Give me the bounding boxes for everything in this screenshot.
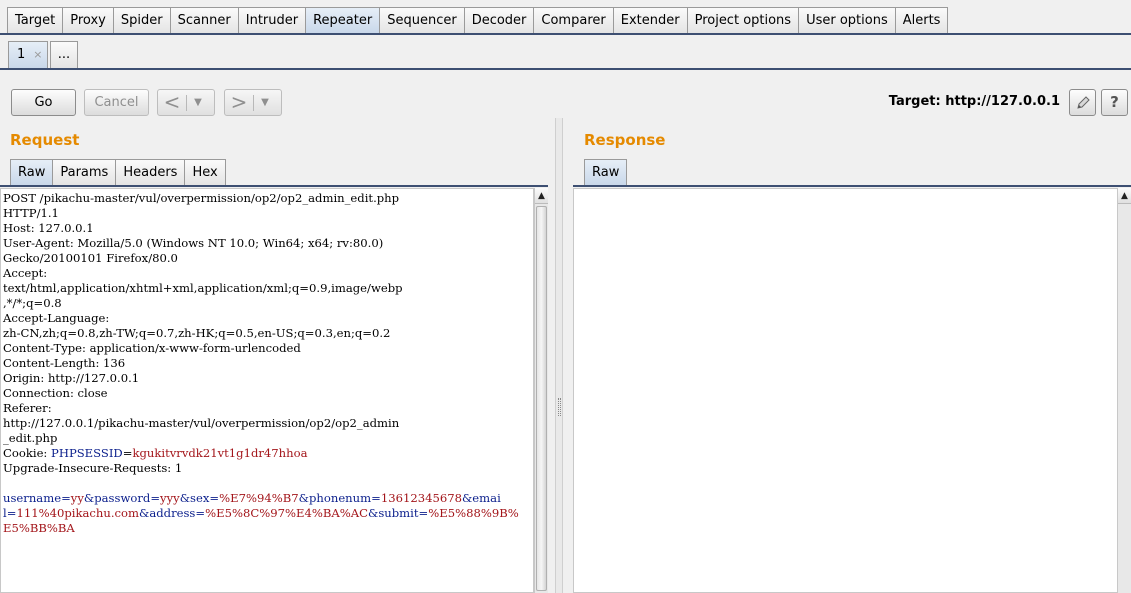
request-tab-hex[interactable]: Hex xyxy=(184,159,226,186)
request-line: text/html,application/xhtml+xml,applicat… xyxy=(3,281,403,295)
request-line: Content-Length: 136 xyxy=(3,356,126,370)
request-line: Host: 127.0.0.1 xyxy=(3,221,94,235)
request-line: E5%BB%BA xyxy=(3,521,75,535)
repeater-tab-bar: 1 × ... xyxy=(8,41,80,68)
edit-target-button[interactable] xyxy=(1069,89,1096,116)
main-tab-extender[interactable]: Extender xyxy=(612,7,687,34)
main-tab-decoder[interactable]: Decoder xyxy=(463,7,534,34)
response-tab-raw[interactable]: Raw xyxy=(584,159,628,186)
response-editor[interactable] xyxy=(573,188,1118,593)
split-pane-divider[interactable] xyxy=(555,118,563,593)
grip-icon xyxy=(558,398,561,416)
main-tab-bar: Target Proxy Spider Scanner Intruder Repeater… xyxy=(7,7,949,34)
request-line: _edit.php xyxy=(3,431,58,445)
go-button[interactable]: Go xyxy=(11,89,76,116)
request-tab-raw[interactable]: Raw xyxy=(10,159,53,186)
repeater-tab-1[interactable]: 1 × xyxy=(8,41,48,68)
forward-button[interactable]: > ▼ xyxy=(224,89,282,116)
chevron-left-icon: < xyxy=(163,90,181,114)
request-line: Upgrade-Insecure-Requests: 1 xyxy=(3,461,183,475)
request-line: Content-Type: application/x-www-form-url… xyxy=(3,341,301,355)
request-editor[interactable]: POST /pikachu-master/vul/overpermission/… xyxy=(0,188,534,593)
main-tab-alerts[interactable]: Alerts xyxy=(894,7,949,34)
response-scrollbar[interactable]: ▲ xyxy=(1117,188,1131,593)
main-tab-spider[interactable]: Spider xyxy=(112,7,170,34)
request-line: ,*/*;q=0.8 xyxy=(3,296,62,310)
dropdown-arrow-icon[interactable]: ▼ xyxy=(187,90,209,115)
request-line: http://127.0.0.1/pikachu-master/vul/over… xyxy=(3,416,400,430)
repeater-tab-underline xyxy=(0,68,1131,70)
scroll-thumb[interactable] xyxy=(536,206,547,591)
request-line: Accept: xyxy=(3,266,48,280)
main-tab-proxy[interactable]: Proxy xyxy=(62,7,113,34)
main-tab-scanner[interactable]: Scanner xyxy=(169,7,238,34)
main-tab-comparer[interactable]: Comparer xyxy=(533,7,613,34)
main-tab-underline xyxy=(0,33,1131,35)
request-title: Request xyxy=(10,131,80,149)
request-tab-underline xyxy=(0,185,548,187)
close-icon[interactable]: × xyxy=(33,42,42,68)
request-line: Referer: xyxy=(3,401,52,415)
response-tab-underline xyxy=(573,185,1131,187)
pencil-icon xyxy=(1076,96,1090,109)
scroll-up-icon[interactable]: ▲ xyxy=(1118,188,1131,204)
back-button[interactable]: < ▼ xyxy=(157,89,215,116)
main-tab-intruder[interactable]: Intruder xyxy=(237,7,306,34)
cancel-button[interactable]: Cancel xyxy=(84,89,149,116)
request-line: Connection: close xyxy=(3,386,108,400)
main-tab-user-options[interactable]: User options xyxy=(798,7,895,34)
request-tab-bar: Raw Params Headers Hex xyxy=(10,159,226,186)
scroll-up-icon[interactable]: ▲ xyxy=(535,188,548,204)
dropdown-arrow-icon[interactable]: ▼ xyxy=(254,90,276,115)
request-raw-text[interactable]: POST /pikachu-master/vul/overpermission/… xyxy=(1,189,533,538)
main-tab-repeater[interactable]: Repeater xyxy=(305,7,380,34)
request-line: HTTP/1.1 xyxy=(3,206,59,220)
request-line: POST /pikachu-master/vul/overpermission/… xyxy=(3,191,400,205)
request-scrollbar[interactable]: ▲ xyxy=(534,188,548,593)
request-line: Accept-Language: xyxy=(3,311,110,325)
request-line: l=111%40pikachu.com&address=%E5%8C%97%E4… xyxy=(3,506,519,520)
response-tab-bar: Raw xyxy=(584,159,628,186)
main-tab-sequencer[interactable]: Sequencer xyxy=(379,7,464,34)
request-line: Gecko/20100101 Firefox/80.0 xyxy=(3,251,178,265)
request-tab-headers[interactable]: Headers xyxy=(115,159,185,186)
chevron-right-icon: > xyxy=(230,90,248,114)
request-line: Cookie: PHPSESSID=kgukitvrvdk21vt1g1dr47… xyxy=(3,446,308,460)
main-tab-project-options[interactable]: Project options xyxy=(686,7,799,34)
main-tab-target[interactable]: Target xyxy=(7,7,63,34)
new-tab-button[interactable]: ... xyxy=(50,41,78,68)
request-line xyxy=(3,476,531,491)
request-line: User-Agent: Mozilla/5.0 (Windows NT 10.0… xyxy=(3,236,384,250)
target-label: Target: http://127.0.0.1 xyxy=(888,94,1060,109)
request-tab-params[interactable]: Params xyxy=(52,159,116,186)
response-title: Response xyxy=(584,131,666,149)
request-line: username=yy&password=yyy&sex=%E7%94%B7&p… xyxy=(3,491,501,505)
repeater-tab-1-label: 1 xyxy=(17,47,26,62)
request-line: zh-CN,zh;q=0.8,zh-TW;q=0.7,zh-HK;q=0.5,e… xyxy=(3,326,391,340)
help-button[interactable]: ? xyxy=(1101,89,1128,116)
request-line: Origin: http://127.0.0.1 xyxy=(3,371,140,385)
